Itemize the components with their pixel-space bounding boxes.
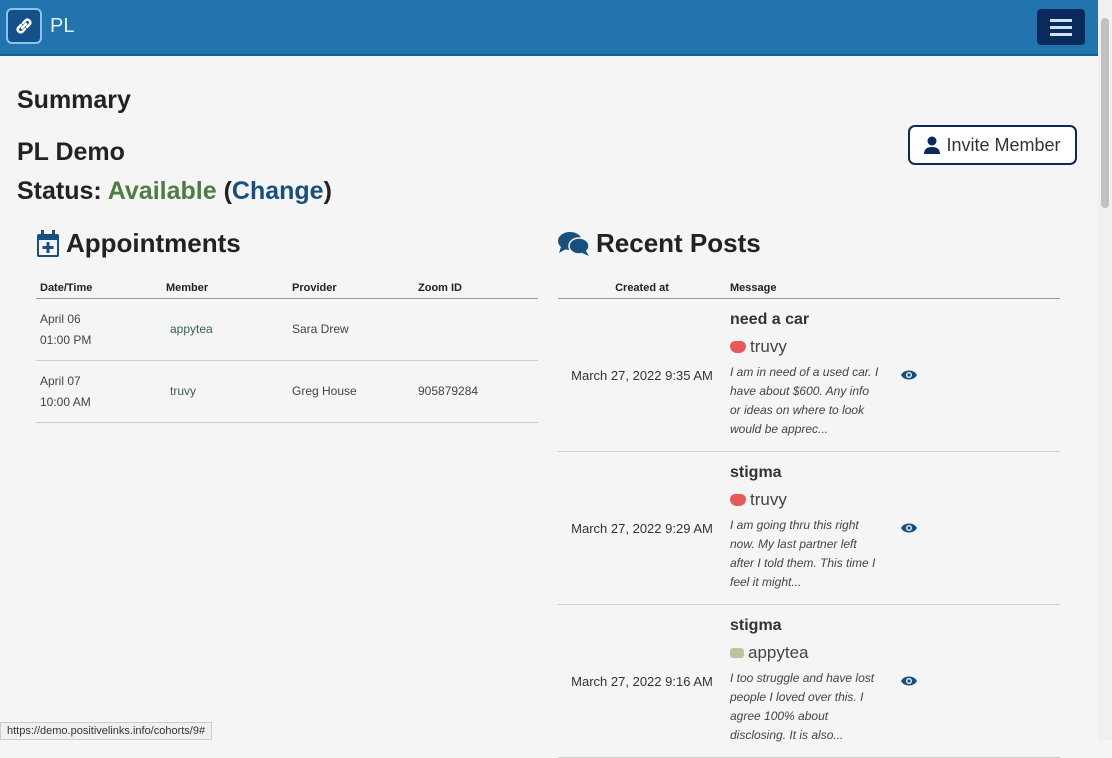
- appointments-title: Appointments: [66, 228, 241, 258]
- appt-zoom-id: [414, 298, 538, 361]
- appt-time: 10:00 AM: [40, 394, 91, 409]
- recent-posts-heading: Recent Posts: [558, 228, 761, 259]
- col-zoom-id: Zoom ID: [414, 276, 538, 299]
- scrollbar[interactable]: [1098, 0, 1112, 740]
- appointments-table: Date/Time Member Provider Zoom ID April …: [36, 276, 538, 423]
- col-datetime: Date/Time: [36, 276, 162, 299]
- post-user[interactable]: truvy: [750, 337, 787, 357]
- status-label: Status:: [17, 177, 102, 205]
- org-name: PL Demo: [17, 138, 125, 166]
- col-message: Message: [726, 276, 1060, 299]
- col-created-at: Created at: [558, 276, 726, 299]
- invite-member-label: Invite Member: [946, 134, 1061, 155]
- status-line: Status: Available (Change): [17, 177, 332, 205]
- appt-member-link[interactable]: truvy: [162, 360, 288, 423]
- post-created-at: March 27, 2022 9:35 AM: [558, 298, 726, 452]
- post-message: I am going thru this right now. My last …: [730, 518, 876, 589]
- post-message: I too struggle and have lost people I lo…: [730, 671, 875, 742]
- appt-time: 01:00 PM: [40, 332, 92, 347]
- eye-icon[interactable]: [900, 522, 918, 534]
- calendar-plus-icon: [37, 229, 59, 257]
- appt-date: April 06: [40, 311, 81, 326]
- post-user[interactable]: truvy: [750, 490, 787, 510]
- table-row: March 27, 2022 9:29 AM stigma truvy I am…: [558, 451, 1060, 605]
- brand-name[interactable]: PL: [50, 15, 74, 38]
- appt-date: April 07: [40, 373, 81, 388]
- invite-member-button[interactable]: Invite Member: [908, 125, 1077, 165]
- table-row: March 27, 2022 9:16 AM stigma appytea I …: [558, 604, 1060, 758]
- post-created-at: March 27, 2022 9:29 AM: [558, 451, 726, 605]
- posts-table: Created at Message March 27, 2022 9:35 A…: [558, 276, 1060, 758]
- appointments-heading: Appointments: [36, 228, 241, 259]
- appt-member-link[interactable]: appytea: [162, 298, 288, 361]
- appt-zoom-id: 905879284: [414, 360, 538, 423]
- post-user[interactable]: appytea: [748, 643, 809, 663]
- eye-icon[interactable]: [900, 675, 918, 687]
- link-status-bar: https://demo.positivelinks.info/cohorts/…: [0, 722, 213, 740]
- post-title[interactable]: stigma: [730, 617, 890, 635]
- cup-avatar-icon: [730, 648, 744, 658]
- table-row: March 27, 2022 9:35 AM need a car truvy …: [558, 298, 1060, 452]
- table-row: April 06 01:00 PM appytea Sara Drew: [36, 298, 538, 361]
- post-title[interactable]: need a car: [730, 311, 890, 329]
- col-member: Member: [162, 276, 288, 299]
- change-status-link[interactable]: Change: [232, 177, 324, 205]
- eye-icon[interactable]: [900, 369, 918, 381]
- post-message: I am in need of a used car. I have about…: [730, 365, 879, 436]
- top-navbar: PL: [0, 0, 1098, 56]
- table-row: April 07 10:00 AM truvy Greg House 905879…: [36, 360, 538, 423]
- appt-provider: Greg House: [288, 360, 414, 423]
- comments-icon: [558, 231, 590, 256]
- status-value: Available: [107, 177, 217, 205]
- col-provider: Provider: [288, 276, 414, 299]
- recent-posts-title: Recent Posts: [596, 228, 761, 258]
- post-created-at: March 27, 2022 9:16 AM: [558, 604, 726, 758]
- post-title[interactable]: stigma: [730, 464, 890, 482]
- page-title: Summary: [17, 86, 131, 114]
- heart-avatar-icon: [730, 341, 746, 353]
- menu-toggle-button[interactable]: [1037, 9, 1085, 45]
- user-icon: [924, 136, 941, 154]
- appt-provider: Sara Drew: [288, 298, 414, 361]
- link-logo-icon[interactable]: [6, 8, 42, 44]
- heart-avatar-icon: [730, 494, 746, 506]
